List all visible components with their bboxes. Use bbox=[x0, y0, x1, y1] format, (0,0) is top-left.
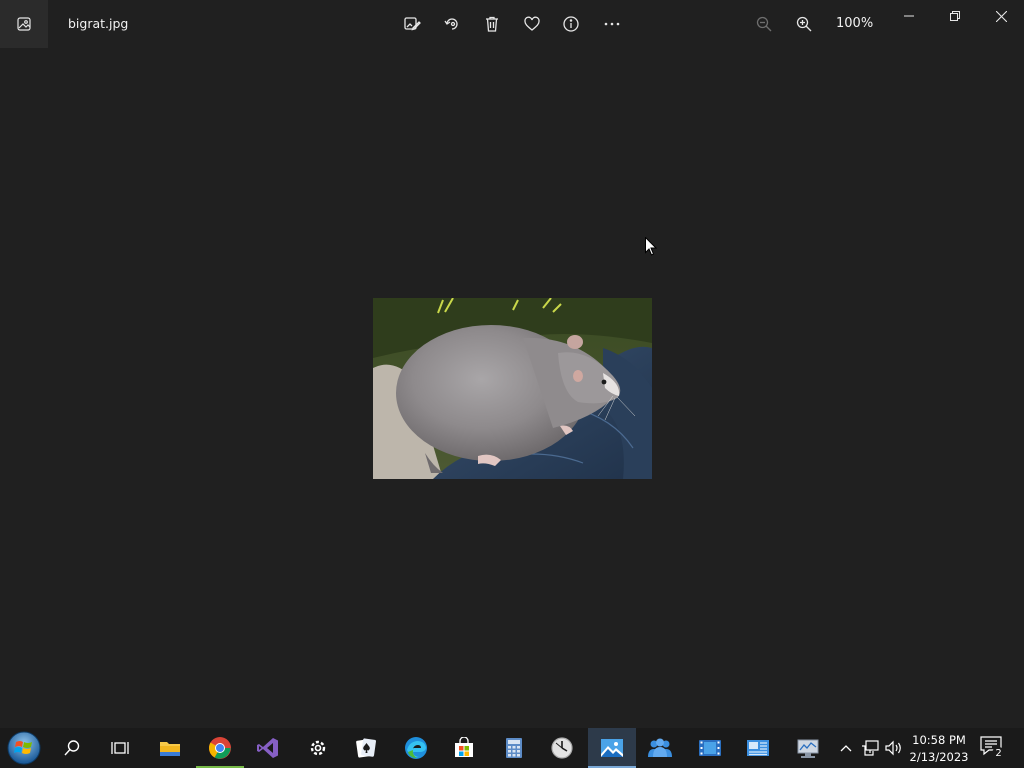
edit-image-button[interactable] bbox=[400, 12, 424, 36]
folder-icon bbox=[160, 742, 180, 756]
favorite-icon bbox=[524, 16, 540, 31]
close-button[interactable] bbox=[978, 0, 1024, 32]
taskbar: 10:58 PM 2/13/2023 2 bbox=[0, 728, 1024, 768]
network-tray-button[interactable] bbox=[860, 738, 880, 758]
people-icon bbox=[648, 738, 672, 757]
delete-button[interactable] bbox=[480, 12, 504, 36]
taskbar-store[interactable] bbox=[440, 728, 488, 768]
photos-icon bbox=[601, 739, 623, 757]
more-icon bbox=[604, 22, 620, 26]
restore-icon bbox=[950, 11, 960, 21]
action-center-button[interactable]: 2 bbox=[980, 736, 1005, 760]
task-view-button[interactable] bbox=[96, 728, 144, 768]
zoom-in-button[interactable] bbox=[792, 12, 816, 36]
taskbar-file-explorer[interactable] bbox=[146, 728, 194, 768]
photos-app-icon[interactable] bbox=[0, 0, 48, 48]
more-button[interactable] bbox=[600, 12, 624, 36]
taskbar-photos[interactable] bbox=[588, 728, 636, 768]
volume-tray-button[interactable] bbox=[884, 738, 904, 758]
zoom-out-button[interactable] bbox=[752, 12, 776, 36]
speaker-icon bbox=[885, 740, 901, 756]
photos-app-window: bigrat.jpg 100% 10:58 PM 2/13/2023 2 bbox=[0, 0, 1024, 768]
info-button[interactable] bbox=[559, 12, 583, 36]
gear-icon bbox=[310, 740, 326, 756]
taskbar-news[interactable] bbox=[734, 728, 782, 768]
favorite-button[interactable] bbox=[520, 12, 544, 36]
clock-time: 10:58 PM bbox=[912, 733, 966, 747]
minimize-button[interactable] bbox=[886, 0, 932, 32]
zoom-in-icon bbox=[796, 16, 812, 32]
taskbar-settings[interactable] bbox=[294, 728, 342, 768]
taskbar-network-monitor[interactable] bbox=[784, 728, 832, 768]
edge-icon bbox=[405, 737, 427, 759]
close-icon bbox=[995, 10, 1007, 22]
search-icon bbox=[64, 740, 80, 756]
zoom-out-icon bbox=[756, 16, 772, 32]
start-button[interactable] bbox=[0, 728, 48, 768]
chrome-icon bbox=[209, 737, 231, 759]
taskbar-clock-app[interactable] bbox=[538, 728, 586, 768]
news-icon bbox=[747, 740, 769, 756]
store-bag-icon bbox=[455, 737, 473, 757]
taskbar-visual-studio[interactable] bbox=[244, 728, 292, 768]
notification-count-badge: 2 bbox=[992, 747, 1005, 760]
restore-button[interactable] bbox=[932, 0, 978, 32]
taskbar-solitaire[interactable] bbox=[342, 728, 390, 768]
mouse-cursor-icon bbox=[645, 236, 658, 260]
taskbar-clock[interactable]: 10:58 PM 2/13/2023 bbox=[906, 732, 972, 766]
taskbar-edge[interactable] bbox=[392, 728, 440, 768]
rotate-icon bbox=[444, 18, 458, 30]
network-monitor-icon bbox=[797, 739, 819, 758]
displayed-photo[interactable] bbox=[373, 298, 652, 479]
network-icon bbox=[862, 740, 879, 756]
task-view-icon bbox=[111, 742, 129, 754]
movies-film-icon bbox=[699, 740, 721, 756]
visual-studio-icon bbox=[257, 738, 278, 758]
taskbar-search-button[interactable] bbox=[48, 728, 96, 768]
windows-orb-icon bbox=[7, 731, 41, 765]
calculator-icon bbox=[506, 738, 522, 758]
rotate-button[interactable] bbox=[440, 12, 464, 36]
taskbar-movies[interactable] bbox=[686, 728, 734, 768]
taskbar-people[interactable] bbox=[636, 728, 684, 768]
show-hidden-icons-button[interactable] bbox=[836, 738, 856, 758]
solitaire-cards-icon bbox=[356, 738, 376, 758]
clock-icon bbox=[551, 737, 573, 759]
info-icon bbox=[563, 16, 579, 32]
zoom-level[interactable]: 100% bbox=[836, 16, 873, 31]
delete-icon bbox=[486, 16, 498, 32]
taskbar-chrome[interactable] bbox=[196, 728, 244, 768]
edit-image-icon bbox=[404, 17, 421, 31]
chevron-up-icon bbox=[840, 745, 852, 752]
file-name: bigrat.jpg bbox=[68, 16, 129, 31]
taskbar-calculator[interactable] bbox=[490, 728, 538, 768]
minimize-icon bbox=[904, 15, 914, 17]
title-bar: bigrat.jpg 100% bbox=[0, 0, 1024, 48]
clock-date: 2/13/2023 bbox=[909, 750, 969, 764]
